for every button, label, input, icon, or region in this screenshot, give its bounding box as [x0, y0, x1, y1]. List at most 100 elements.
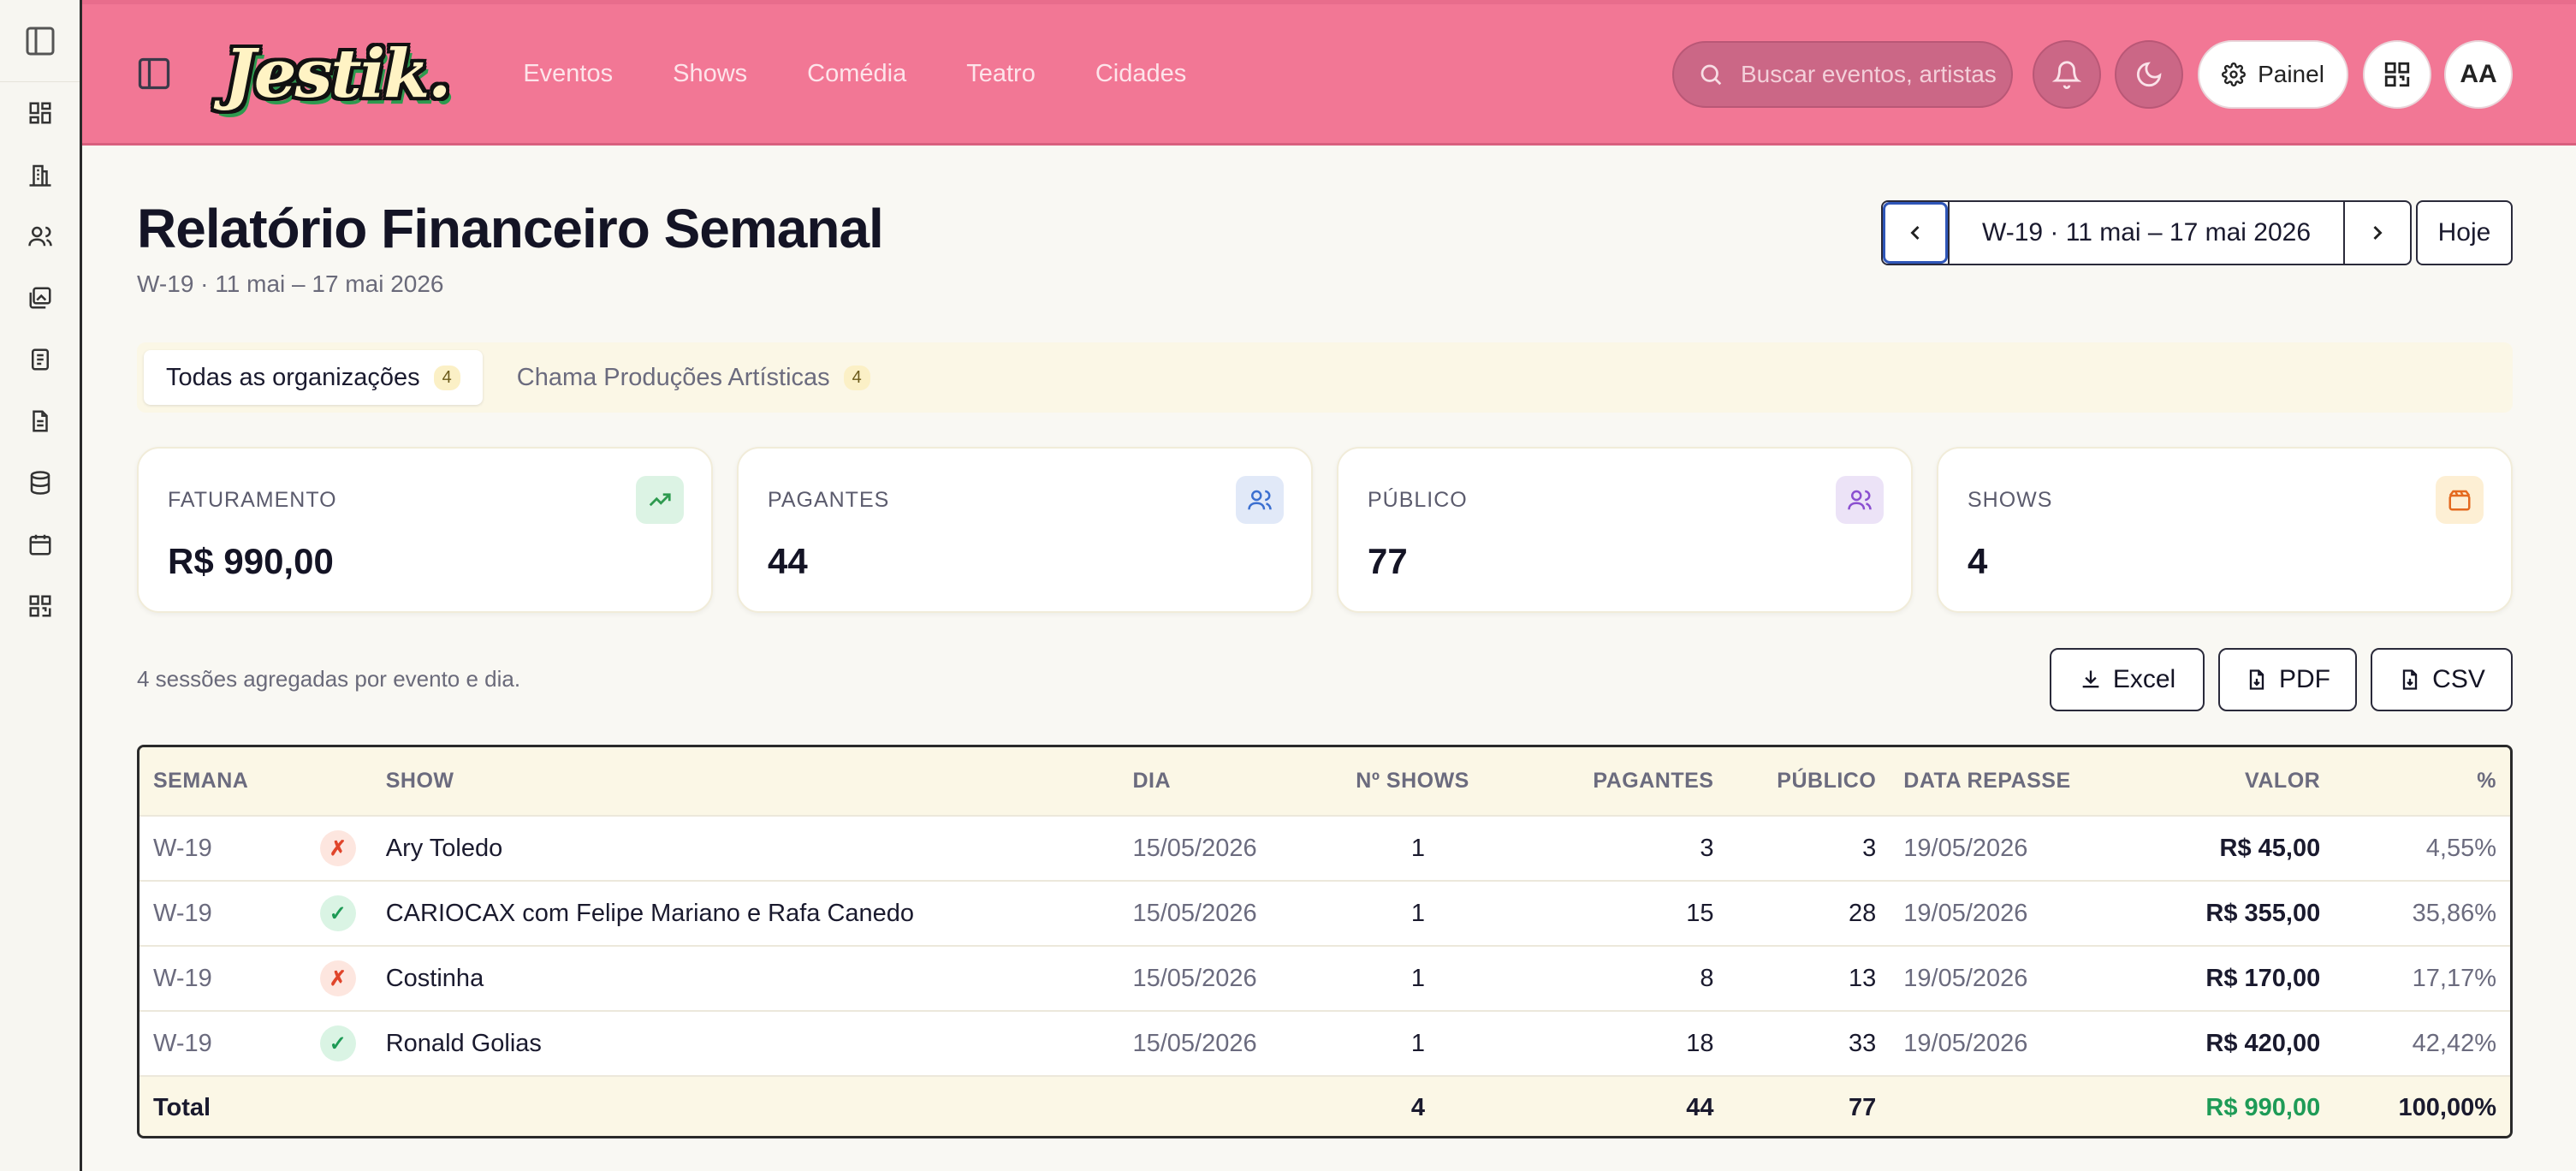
rail-item-database[interactable]: [0, 452, 81, 514]
cell-valor: R$ 420,00: [2205, 1029, 2321, 1057]
dark-mode-button[interactable]: [2115, 40, 2183, 109]
status-ok-icon: ✓: [319, 895, 356, 931]
col-valor[interactable]: VALOR: [2104, 747, 2334, 816]
kpi-label: PAGANTES: [768, 488, 890, 512]
total-publico: 77: [1849, 1094, 1877, 1121]
table-row[interactable]: W-19 ✗ Ary Toledo 15/05/2026 1 3 3 19/05…: [139, 816, 2510, 881]
calendar-icon: [29, 534, 50, 556]
file-download-icon: [2249, 669, 2264, 690]
cell-pagantes: 8: [1700, 964, 1714, 992]
users-icon: [1836, 476, 1884, 524]
status-ok-icon: ✓: [319, 1025, 356, 1061]
kpi-card-faturamento: FATURAMENTO R$ 990,00: [137, 447, 713, 613]
gear-icon: [2222, 62, 2247, 86]
total-shows: 4: [1410, 1094, 1426, 1121]
cell-shows: 1: [1410, 964, 1426, 992]
col-pagantes[interactable]: PAGANTES: [1512, 747, 1728, 816]
cell-valor: R$ 45,00: [2219, 834, 2321, 862]
cell-publico: 13: [1849, 964, 1877, 992]
table-row[interactable]: W-19 ✓ CARIOCAX com Felipe Mariano e Raf…: [139, 881, 2510, 946]
table-row[interactable]: W-19 ✗ Costinha 15/05/2026 1 8 13 19/05/…: [139, 946, 2510, 1011]
cell-dia: 15/05/2026: [1132, 964, 1257, 992]
rail-item-users[interactable]: [0, 205, 81, 267]
cell-show: Ary Toledo: [385, 834, 503, 862]
qr-code-icon: [29, 595, 50, 617]
cell-repasse: 19/05/2026: [1903, 834, 2028, 862]
nav-comedia[interactable]: Comédia: [807, 60, 906, 88]
col-dia[interactable]: DIA: [1119, 747, 1324, 816]
export-csv-button[interactable]: CSV: [2371, 648, 2513, 711]
moon-icon: [2136, 62, 2162, 87]
rail-item-qr[interactable]: [0, 575, 81, 637]
search-icon: [1701, 64, 1722, 86]
table-total-row: Total 4 44 77 R$ 990,00 100,00%: [139, 1076, 2510, 1136]
rail-item-dashboard[interactable]: [0, 82, 81, 144]
nav-teatro[interactable]: Teatro: [966, 60, 1036, 88]
search-box[interactable]: [1672, 41, 2013, 108]
rail-item-media[interactable]: [0, 267, 81, 329]
rail-item-venues[interactable]: [0, 144, 81, 205]
export-excel-button[interactable]: Excel: [2050, 648, 2205, 711]
cell-shows: 1: [1410, 834, 1426, 862]
nav-shows[interactable]: Shows: [673, 60, 747, 88]
rail-item-reports[interactable]: [0, 329, 81, 390]
col-num-shows[interactable]: Nº SHOWS: [1324, 747, 1512, 816]
painel-button[interactable]: Painel: [2198, 40, 2348, 109]
col-status: [304, 747, 372, 816]
sidebar-toggle-button[interactable]: [0, 0, 80, 82]
col-publico[interactable]: PÚBLICO: [1727, 747, 1890, 816]
panel-left-icon: [138, 57, 170, 90]
col-show[interactable]: SHOW: [372, 747, 1119, 816]
tab-chama-producoes[interactable]: Chama Produções Artísticas 4: [495, 350, 893, 405]
table-row[interactable]: W-19 ✓ Ronald Golias 15/05/2026 1 18 33 …: [139, 1011, 2510, 1076]
next-week-button[interactable]: [2345, 202, 2410, 264]
clapperboard-icon: [2436, 476, 2484, 524]
kpi-label: PÚBLICO: [1368, 488, 1468, 512]
chevron-left-icon: [1910, 225, 1920, 241]
export-pdf-label: PDF: [2279, 665, 2330, 693]
cell-dia: 15/05/2026: [1132, 899, 1257, 927]
cell-pagantes: 18: [1686, 1029, 1714, 1057]
kpi-value: 77: [1368, 541, 1408, 581]
kpi-value: 4: [1968, 541, 1988, 581]
total-valor: R$ 990,00: [2205, 1094, 2321, 1121]
user-avatar[interactable]: AA: [2444, 40, 2513, 109]
tab-all-organizations[interactable]: Todas as organizações 4: [144, 350, 483, 405]
cell-valor: R$ 355,00: [2205, 899, 2321, 927]
header-sidebar-toggle[interactable]: [135, 55, 173, 92]
database-icon: [30, 471, 50, 495]
status-failed-icon: ✗: [319, 830, 356, 866]
today-button[interactable]: Hoje: [2416, 200, 2513, 265]
clipboard-icon: [31, 348, 49, 371]
kpi-card-publico: PÚBLICO 77: [1337, 447, 1913, 613]
page-title: Relatório Financeiro Semanal: [137, 198, 884, 259]
export-pdf-button[interactable]: PDF: [2218, 648, 2357, 711]
download-icon: [2082, 670, 2099, 688]
tab-count-badge: 4: [843, 365, 870, 390]
nav-eventos[interactable]: Eventos: [523, 60, 613, 88]
previous-week-button[interactable]: [1883, 202, 1948, 264]
qr-code-icon: [2384, 62, 2410, 87]
notifications-button[interactable]: [2033, 40, 2101, 109]
kpi-label: FATURAMENTO: [168, 488, 337, 512]
cell-pct: 17,17%: [2412, 964, 2496, 992]
col-semana[interactable]: SEMANA: [139, 747, 304, 816]
col-data-repasse[interactable]: DATA REPASSE: [1890, 747, 2104, 816]
trending-up-icon: [636, 476, 684, 524]
cell-repasse: 19/05/2026: [1903, 1029, 2028, 1057]
nav-cidades[interactable]: Cidades: [1095, 60, 1186, 88]
rail-item-documents[interactable]: [0, 390, 81, 452]
col-percent[interactable]: %: [2334, 747, 2510, 816]
cell-pct: 4,55%: [2425, 834, 2496, 862]
week-range-label[interactable]: W-19 · 11 mai – 17 mai 2026: [1948, 202, 2345, 264]
aggregation-note: 4 sessões agregadas por evento e dia.: [137, 666, 521, 692]
qr-scan-button[interactable]: [2363, 40, 2431, 109]
cell-pct: 42,42%: [2412, 1029, 2496, 1057]
images-icon: [29, 287, 50, 309]
cell-semana: W-19: [153, 899, 212, 927]
search-input[interactable]: [1741, 61, 1997, 88]
rail-item-calendar[interactable]: [0, 514, 81, 575]
brand-logo[interactable]: Jestik.: [224, 35, 451, 113]
users-icon: [1236, 476, 1284, 524]
bell-icon: [2052, 61, 2081, 89]
